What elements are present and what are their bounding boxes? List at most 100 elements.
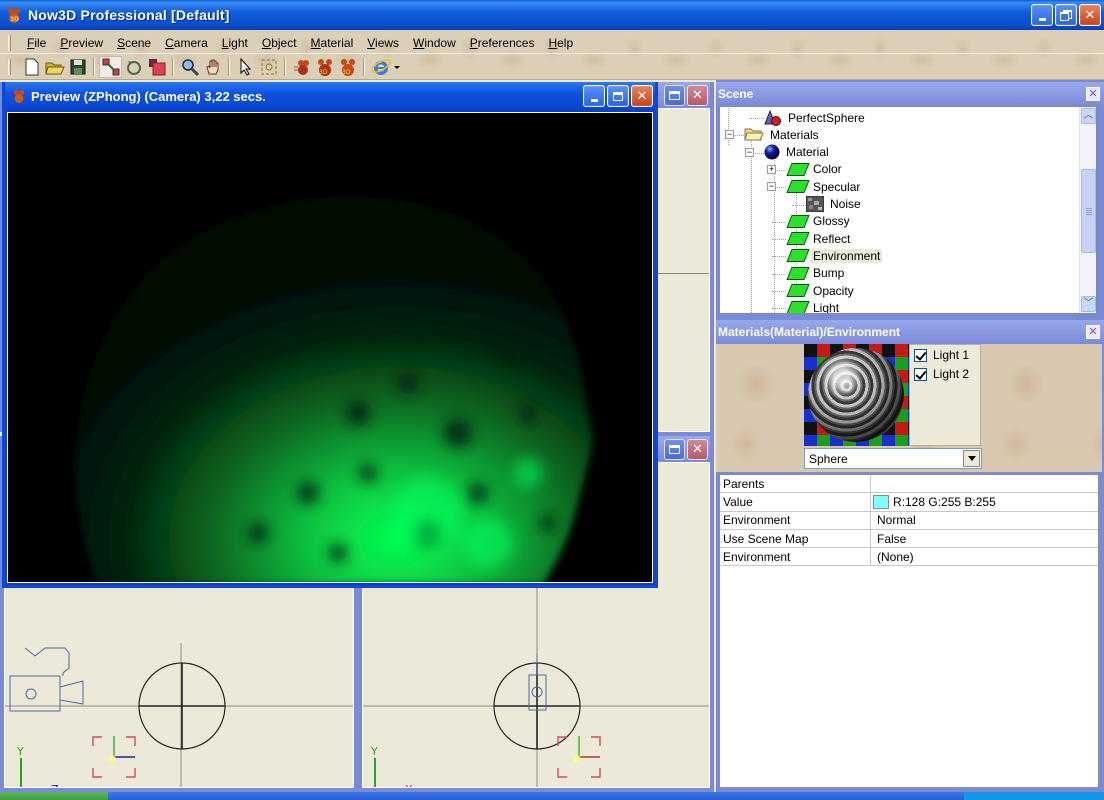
menu-help[interactable]: Help	[541, 36, 580, 50]
menu-window[interactable]: Window	[406, 36, 463, 50]
color-swatch[interactable]	[873, 494, 889, 509]
mdi-workspace: ✕ Y Z ✕ Y X Preview (ZPhong) (Camera) 3,…	[0, 80, 716, 792]
scene-tree: ︿ ﹀ PerfectSphere − Materials − Material + Col…	[719, 106, 1097, 314]
preview-shape-select[interactable]: Sphere	[804, 448, 982, 469]
render-fast-button[interactable]	[290, 56, 313, 78]
property-value[interactable]: False	[871, 532, 1098, 546]
preview-maximize-button[interactable]	[607, 85, 629, 107]
menu-label-rest: amera	[173, 35, 208, 50]
menu-preview[interactable]: Preview	[53, 36, 110, 50]
tree-item-perfectsphere[interactable]: PerfectSphere	[764, 109, 867, 126]
minimize-button[interactable]	[1031, 4, 1053, 26]
menu-mnemonic: P	[469, 35, 478, 50]
preview-minimize-button[interactable]	[583, 85, 605, 107]
render-3d-button[interactable]: 3D	[336, 56, 359, 78]
tree-connector-line	[772, 239, 786, 241]
material-panel-close-button[interactable]: ✕	[1086, 325, 1100, 339]
move-tool-button[interactable]	[99, 56, 122, 78]
dropdown-arrow-button[interactable]	[392, 56, 402, 78]
tree-item-opacity[interactable]: Opacity	[786, 282, 856, 299]
zoom-magnifier-button[interactable]	[178, 56, 201, 78]
maximize-viewport-button[interactable]	[664, 84, 685, 106]
render-output[interactable]	[7, 112, 653, 583]
zoom-magnifier-icon	[181, 58, 199, 76]
property-row[interactable]: Value R:128 G:255 B:255	[720, 493, 1098, 512]
preview-title-bar[interactable]: Preview (ZPhong) (Camera) 3,22 secs. ✕	[5, 82, 655, 110]
internet-explorer-button[interactable]	[369, 56, 392, 78]
menu-preferences[interactable]: Preferences	[463, 36, 542, 50]
start-button[interactable]	[0, 792, 108, 800]
checkbox[interactable]	[914, 367, 927, 381]
chevron-down-icon[interactable]	[963, 450, 980, 467]
property-value-text: Normal	[877, 513, 916, 528]
tree-item-label: Specular	[813, 179, 861, 194]
tree-item-label: Opacity	[813, 283, 854, 298]
menu-scene[interactable]: Scene	[110, 36, 158, 50]
tree-item-materials[interactable]: Materials	[744, 126, 821, 143]
restore-button[interactable]	[1055, 4, 1077, 26]
collapse-icon[interactable]: −	[745, 147, 754, 157]
property-grid: Parents Value R:128 G:255 B:255 Environment…	[719, 474, 1099, 788]
property-row[interactable]: Parents	[720, 475, 1098, 494]
open-folder-button[interactable]	[43, 56, 66, 78]
menu-material[interactable]: Material	[304, 36, 361, 50]
scale-tool-button[interactable]	[145, 56, 168, 78]
maximize-viewport-button[interactable]	[664, 438, 685, 460]
property-row[interactable]: Environment Normal	[720, 511, 1098, 530]
scene-tree-scrollbar[interactable]: ︿ ﹀	[1079, 107, 1096, 313]
render-bunny-button[interactable]: 3D	[313, 56, 336, 78]
select-arrow-button[interactable]	[234, 56, 257, 78]
pan-hand-button[interactable]	[201, 56, 224, 78]
tree-item-bump[interactable]: Bump	[786, 265, 846, 282]
tree-item-color[interactable]: Color	[786, 161, 844, 178]
select-region-button[interactable]	[257, 56, 280, 78]
scroll-thumb[interactable]	[1081, 169, 1096, 253]
material-panel-title[interactable]: Materials(Material)/Environment ✕	[716, 320, 1104, 344]
light-gizmo-icon	[557, 736, 601, 778]
menu-file[interactable]: File	[20, 36, 53, 50]
tree-connector-line	[792, 204, 806, 206]
tree-item-noise[interactable]: Noise	[806, 196, 863, 213]
checkbox[interactable]	[914, 348, 927, 362]
rotate-tool-button[interactable]	[122, 56, 145, 78]
menubar-grip[interactable]	[8, 34, 11, 51]
light-toggle-2[interactable]: Light 2	[914, 365, 980, 383]
light-toggle-1[interactable]: Light 1	[914, 346, 980, 364]
tree-item-reflect[interactable]: Reflect	[786, 230, 852, 247]
scroll-down-button[interactable]: ﹀	[1081, 296, 1096, 312]
collapse-icon[interactable]: −	[767, 182, 776, 192]
tree-item-light[interactable]: Light	[786, 299, 841, 313]
tree-item-glossy[interactable]: Glossy	[786, 213, 852, 230]
minimize-icon	[1038, 17, 1046, 21]
menu-light[interactable]: Light	[215, 36, 255, 50]
preview-close-button[interactable]: ✕	[631, 85, 653, 107]
save-disk-icon	[70, 59, 86, 75]
menu-views[interactable]: Views	[360, 36, 406, 50]
property-value[interactable]: Normal	[871, 513, 1098, 527]
toolbar-separator	[284, 58, 286, 76]
property-value[interactable]: R:128 G:255 B:255	[871, 494, 1098, 509]
toolbar-grip[interactable]	[8, 59, 11, 75]
menu-camera[interactable]: Camera	[158, 36, 215, 50]
save-disk-button[interactable]	[66, 56, 89, 78]
expand-icon[interactable]: +	[767, 164, 776, 174]
tree-item-material[interactable]: Material	[764, 144, 831, 161]
collapse-icon[interactable]: −	[725, 130, 734, 140]
tree-item-label: Reflect	[813, 231, 851, 246]
scene-panel-title[interactable]: Scene ✕	[716, 82, 1104, 106]
property-row[interactable]: Use Scene Map False	[720, 529, 1098, 549]
scroll-up-button[interactable]: ︿	[1081, 108, 1096, 124]
menu-object[interactable]: Object	[255, 36, 304, 50]
property-row[interactable]: Environment (None)	[720, 548, 1098, 567]
scene-panel-close-button[interactable]: ✕	[1086, 87, 1100, 101]
tree-item-specular[interactable]: Specular	[786, 178, 862, 195]
close-viewport-button[interactable]: ✕	[687, 84, 708, 106]
tree-item-environment[interactable]: Environment	[786, 247, 883, 264]
tree-item-label: Material	[786, 145, 829, 160]
close-viewport-button[interactable]: ✕	[687, 438, 708, 460]
property-value[interactable]: (None)	[871, 550, 1098, 564]
close-button[interactable]: ✕	[1079, 4, 1101, 26]
tree-item-label: Color	[813, 162, 842, 177]
new-document-button[interactable]	[20, 56, 43, 78]
render-3d-icon: 3D	[339, 58, 357, 76]
